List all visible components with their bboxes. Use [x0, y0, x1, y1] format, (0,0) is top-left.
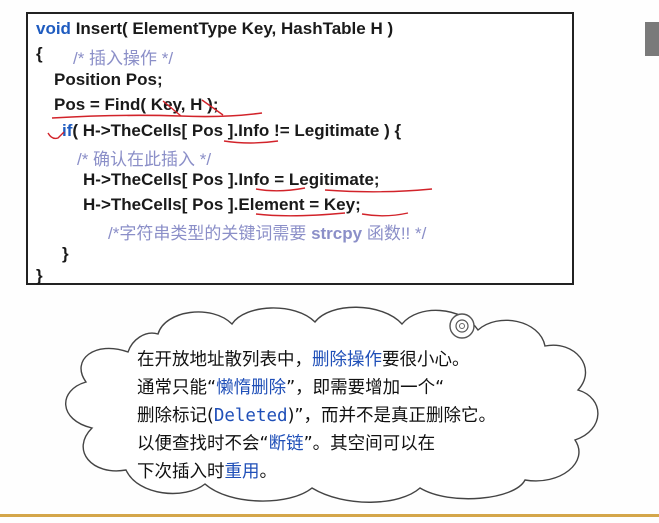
cloud-bubble-small — [459, 323, 465, 329]
note-text: ”。其空间可以在 — [303, 434, 436, 454]
cloud-note: 在开放地址散列表中，删除操作要很小心。 通常只能“懒惰删除”，即需要增加一个“ … — [137, 346, 557, 486]
note-line-4: 以便查找时不会“断链”。其空间可以在 — [137, 430, 557, 458]
note-text: 通常只能“ — [137, 378, 217, 398]
note-text: 删除标记( — [137, 406, 214, 426]
note-line-3: 删除标记(Deleted)”，而并不是真正删除它。 — [137, 402, 557, 430]
note-highlight-deleted: Deleted — [213, 406, 288, 426]
note-text: ”，即需要增加一个“ — [286, 378, 445, 398]
slide-bottom-bar — [0, 514, 659, 517]
note-text: 在开放地址散列表中， — [137, 350, 312, 370]
note-highlight: 重用 — [224, 462, 260, 482]
note-highlight: 懒惰删除 — [216, 378, 287, 398]
note-text: 以便查找时不会“ — [137, 434, 269, 454]
note-text: 下次插入时 — [137, 462, 225, 482]
note-line-1: 在开放地址散列表中，删除操作要很小心。 — [137, 346, 557, 374]
note-text: )”，而并不是真正删除它。 — [287, 406, 496, 426]
note-highlight: 断链 — [268, 434, 304, 454]
note-line-5: 下次插入时重用。 — [137, 458, 557, 486]
note-highlight: 删除操作 — [312, 350, 382, 370]
note-text: 。 — [259, 462, 278, 482]
note-line-2: 通常只能“懒惰删除”，即需要增加一个“ — [137, 374, 557, 402]
note-text: 要很小心。 — [382, 350, 470, 370]
slide: void Insert( ElementType Key, HashTable … — [0, 0, 659, 523]
